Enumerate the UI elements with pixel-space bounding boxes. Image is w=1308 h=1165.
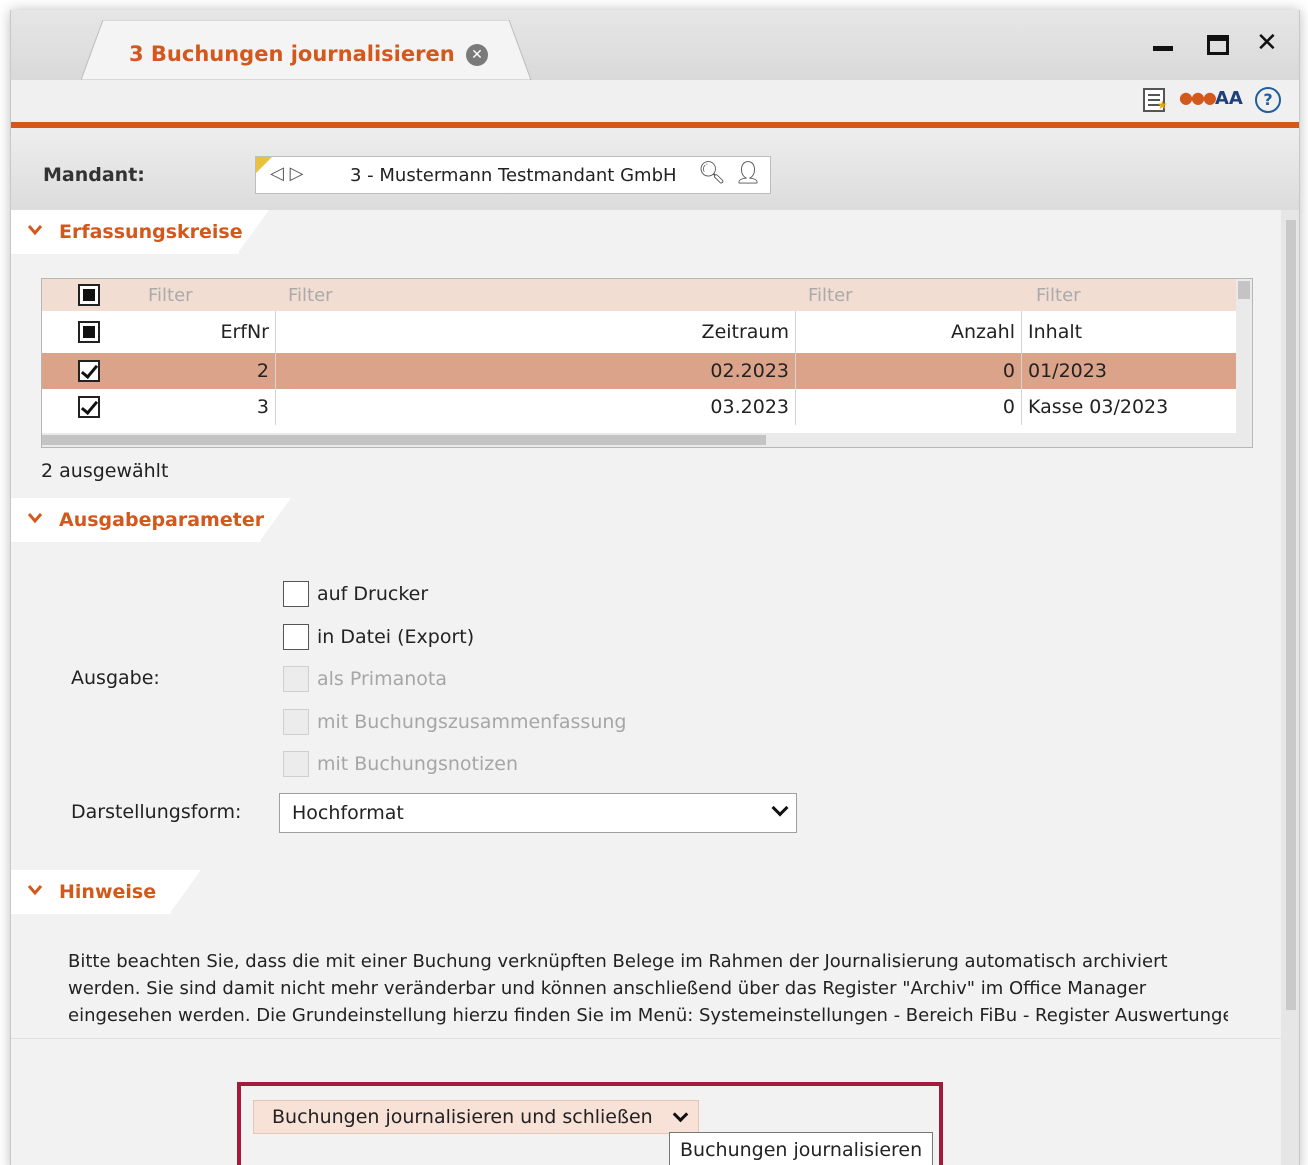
erfassungskreise-table: Filter Filter Filter Filter ErfNr Zeitra… <box>41 278 1253 448</box>
ausgabe-label: Ausgabe: <box>71 667 160 689</box>
cell-anzahl: 0 <box>796 353 1022 389</box>
filter-row: Filter Filter Filter Filter <box>42 279 1236 311</box>
chevron-down-icon[interactable] <box>27 510 43 526</box>
chevron-down-icon[interactable] <box>27 222 43 238</box>
mandant-value: 3 - Mustermann Testmandant GmbH <box>350 165 677 186</box>
section-hinweise[interactable]: Hinweise <box>11 870 1281 914</box>
section-ausgabeparameter[interactable]: Ausgabeparameter <box>11 498 1281 542</box>
header-select-all[interactable] <box>42 311 136 353</box>
table-horizontal-scrollbar[interactable] <box>42 433 1252 447</box>
cell-erfnr: 2 <box>136 353 276 389</box>
selected-count: 2 ausgewählt <box>41 460 169 482</box>
journalisieren-schliessen-button[interactable]: Buchungen journalisieren und schließen <box>253 1100 699 1134</box>
checkbox[interactable] <box>78 360 100 382</box>
tab-title: 3 Buchungen journalisieren <box>129 42 455 66</box>
option-auf-drucker[interactable]: auf Drucker <box>283 581 428 607</box>
cell-zeitraum: 03.2023 <box>276 389 796 425</box>
mandant-field[interactable]: ◁ ▷ 3 - Mustermann Testmandant GmbH 🔍︎ 👤… <box>255 156 771 194</box>
hint-line: werden. Sie sind damit nicht mehr veränd… <box>68 978 1147 999</box>
checkbox[interactable] <box>283 624 309 650</box>
cell-anzahl: 0 <box>796 389 1022 425</box>
checkbox <box>283 709 309 735</box>
section-title: Ausgabeparameter <box>59 509 265 531</box>
tab-buchungen-journalisieren[interactable]: 3 Buchungen journalisieren ✕ <box>81 20 541 80</box>
filter-inhalt[interactable]: Filter <box>1022 279 1236 311</box>
hint-line: eingesehen werden. Die Grundeinstellung … <box>68 1005 1228 1026</box>
mandant-nav-arrows-icon[interactable]: ◁ ▷ <box>270 163 303 184</box>
column-header-inhalt[interactable]: Inhalt <box>1022 311 1236 353</box>
scrollbar-thumb[interactable] <box>1238 281 1250 299</box>
table-row[interactable]: 3 03.2023 0 Kasse 03/2023 <box>42 389 1236 425</box>
option-buchungszusammenfassung: mit Buchungszusammenfassung <box>283 709 626 735</box>
filter-anzahl[interactable]: Filter <box>796 279 1022 311</box>
person-icon[interactable]: 👤︎ <box>734 161 762 186</box>
cell-zeitraum: 02.2023 <box>276 353 796 389</box>
option-in-datei[interactable]: in Datei (Export) <box>283 624 474 650</box>
chevron-down-icon[interactable] <box>771 799 789 817</box>
hint-text: Bitte beachten Sie, dass die mit einer B… <box>68 948 1228 1029</box>
option-buchungsnotizen: mit Buchungsnotizen <box>283 751 518 777</box>
section-header-slant <box>169 870 201 914</box>
option-label: Buchungen journalisieren <box>680 1139 923 1161</box>
option-als-primanota: als Primanota <box>283 666 447 692</box>
table-row[interactable]: 2 02.2023 0 01/2023 <box>42 353 1236 389</box>
button-label: Buchungen journalisieren und schließen <box>272 1106 653 1128</box>
chevron-down-icon[interactable] <box>672 1106 689 1123</box>
main-scrollbar-thumb[interactable] <box>1286 220 1296 1010</box>
dropdown-option-journalisieren[interactable]: Buchungen journalisieren <box>669 1132 933 1165</box>
hint-line: Bitte beachten Sie, dass die mit einer B… <box>68 951 1168 972</box>
chevron-down-icon[interactable] <box>27 882 43 898</box>
checkbox <box>283 751 309 777</box>
font-size-icon[interactable]: AA <box>1215 88 1243 114</box>
main-scrollbar[interactable] <box>1281 210 1299 1165</box>
toolbar: ●●● AA ? <box>11 80 1299 122</box>
section-title: Hinweise <box>59 881 157 903</box>
row-checkbox-cell[interactable] <box>42 389 136 425</box>
column-header-zeitraum[interactable]: Zeitraum <box>276 311 796 353</box>
row-checkbox-cell[interactable] <box>42 353 136 389</box>
search-icon[interactable]: 🔍︎ <box>698 161 726 186</box>
table-vertical-scrollbar[interactable] <box>1236 279 1252 433</box>
scrollbar-thumb[interactable] <box>42 435 766 445</box>
option-label: mit Buchungsnotizen <box>317 753 518 775</box>
option-label: als Primanota <box>317 668 447 690</box>
option-label: mit Buchungszusammenfassung <box>317 711 627 733</box>
checkbox[interactable] <box>78 321 100 343</box>
checkbox[interactable] <box>78 396 100 418</box>
maximize-icon[interactable] <box>1207 35 1229 55</box>
header-row: ErfNr Zeitraum Anzahl Inhalt <box>42 311 1236 353</box>
darstellungsform-label: Darstellungsform: <box>71 801 242 823</box>
help-icon[interactable]: ? <box>1255 87 1281 113</box>
checkbox[interactable] <box>78 284 100 306</box>
select-value: Hochformat <box>292 802 404 824</box>
section-erfassungskreise[interactable]: Erfassungskreise <box>11 210 1281 254</box>
close-icon[interactable]: ✕ <box>1256 28 1278 58</box>
filter-erfnr[interactable]: Filter <box>136 279 276 311</box>
section-title: Erfassungskreise <box>59 221 243 243</box>
option-label: auf Drucker <box>317 583 429 605</box>
minimize-icon[interactable] <box>1151 30 1175 54</box>
column-header-anzahl[interactable]: Anzahl <box>796 311 1022 353</box>
darstellungsform-select[interactable]: Hochformat <box>279 793 797 833</box>
filter-select-all[interactable] <box>42 279 136 311</box>
filter-zeitraum[interactable]: Filter <box>276 279 796 311</box>
mandant-label: Mandant: <box>43 164 145 186</box>
option-label: in Datei (Export) <box>317 626 475 648</box>
title-bar: 3 Buchungen journalisieren ✕ ✕ <box>11 10 1299 80</box>
mandant-bar: Mandant: ◁ ▷ 3 - Mustermann Testmandant … <box>11 128 1299 210</box>
cell-erfnr: 3 <box>136 389 276 425</box>
tab-close-icon[interactable]: ✕ <box>466 44 488 66</box>
network-lock-icon[interactable]: ●●● <box>1179 88 1217 114</box>
column-header-erfnr[interactable]: ErfNr <box>136 311 276 353</box>
checkbox[interactable] <box>283 581 309 607</box>
cell-inhalt: 01/2023 <box>1028 360 1107 382</box>
cell-inhalt: Kasse 03/2023 <box>1028 396 1169 418</box>
list-star-icon[interactable] <box>1143 88 1168 112</box>
app-window: 3 Buchungen journalisieren ✕ ✕ ●●● AA ? … <box>10 10 1300 1165</box>
checkbox <box>283 666 309 692</box>
